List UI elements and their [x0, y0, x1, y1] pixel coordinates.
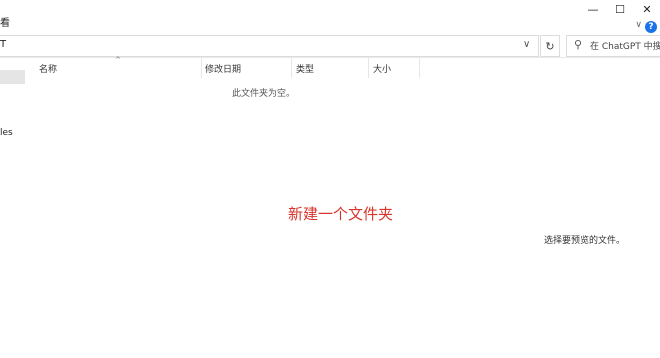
- nav-item-label[interactable]: les: [0, 128, 13, 138]
- annotation-text: 新建一个文件夹: [288, 205, 394, 223]
- column-header-type[interactable]: 类型: [296, 62, 314, 75]
- maximize-button[interactable]: ☐: [607, 0, 633, 18]
- nav-selected-item[interactable]: [0, 70, 25, 84]
- preview-pane-message: 选择要预览的文件。: [544, 236, 626, 246]
- column-header-name[interactable]: 名称: [39, 62, 57, 75]
- refresh-button[interactable]: ↻: [540, 35, 560, 57]
- column-divider[interactable]: [201, 58, 202, 78]
- sort-caret-icon: ^: [115, 56, 121, 64]
- address-path-text: T: [0, 39, 7, 50]
- ribbon-expand-chevron-icon[interactable]: ∨: [635, 20, 642, 30]
- search-placeholder: 在 ChatGPT 中搜索: [590, 42, 660, 52]
- column-header-modified[interactable]: 修改日期: [205, 62, 241, 75]
- column-divider[interactable]: [291, 58, 292, 78]
- empty-folder-message: 此文件夹为空。: [232, 89, 296, 99]
- close-button[interactable]: ✕: [634, 0, 660, 18]
- address-bar[interactable]: [0, 35, 539, 57]
- column-divider[interactable]: [368, 58, 369, 78]
- help-icon[interactable]: ?: [645, 21, 657, 33]
- address-dropdown-chevron-icon[interactable]: ∨: [523, 39, 530, 50]
- column-header-size[interactable]: 大小: [373, 62, 391, 75]
- search-icon: ⚲: [574, 38, 583, 51]
- minimize-button[interactable]: —: [580, 0, 606, 18]
- window-title-fragment: 看: [0, 18, 10, 29]
- column-divider[interactable]: [419, 58, 420, 78]
